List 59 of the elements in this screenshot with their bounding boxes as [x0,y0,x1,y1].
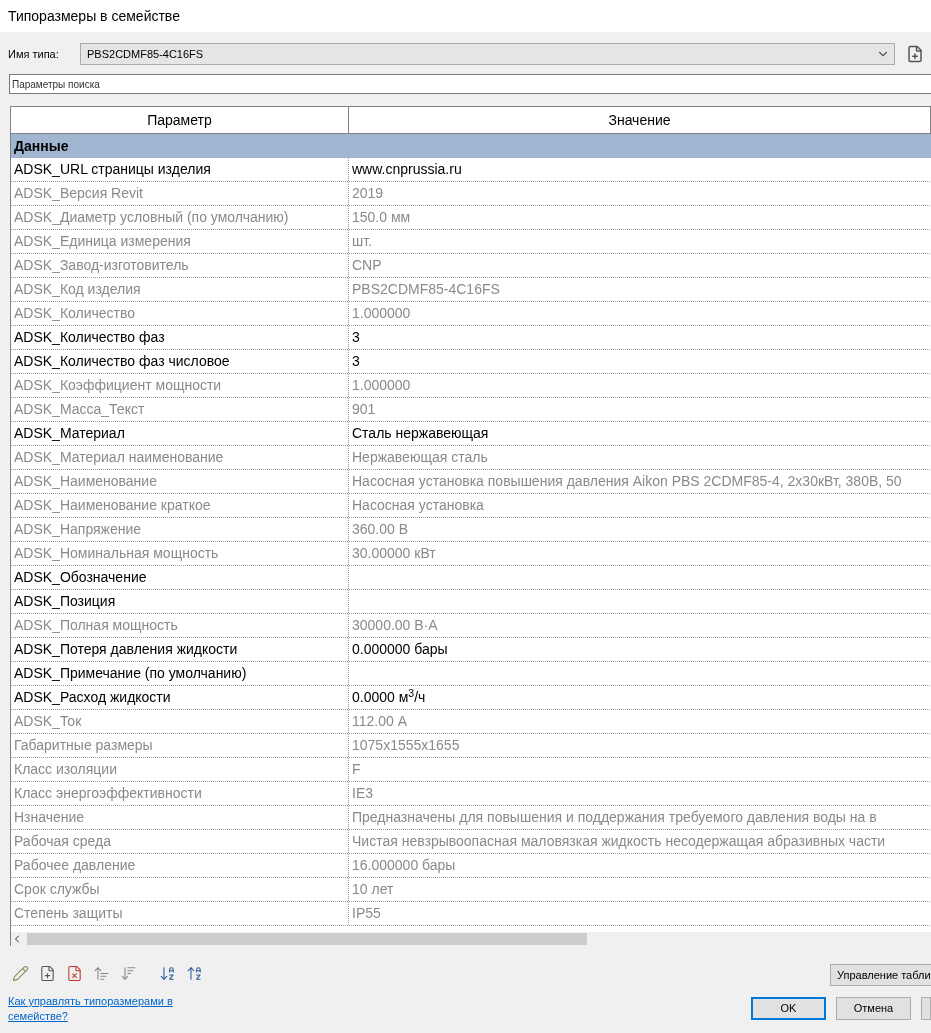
parameter-name: ADSK_Диаметр условный (по умолчанию) [11,206,349,229]
parameter-name: Срок службы [11,878,349,901]
parameter-name: ADSK_Количество фаз числовое [11,350,349,373]
new-document-icon[interactable] [39,964,56,982]
parameter-name: ADSK_Номинальная мощность [11,542,349,565]
cancel-button[interactable]: Отмена [836,997,911,1020]
parameter-name: ADSK_Коэффициент мощности [11,374,349,397]
parameter-value[interactable]: Сталь нержавеющая [349,422,489,445]
parameter-name: ADSK_Завод-изготовитель [11,254,349,277]
parameter-name: ADSK_Полная мощность [11,614,349,637]
parameter-name: Класс изоляции [11,758,349,781]
parameter-name: Класс энергоэффективности [11,782,349,805]
group-header[interactable]: Данные [11,134,931,158]
parameter-value[interactable]: www.cnprussia.ru [349,158,462,181]
parameter-value[interactable]: 0.000000 бары [349,638,448,661]
window-title: Типоразмеры в семействе [8,6,180,26]
parameter-value[interactable]: 0.0000 м$^{3}$/ч [349,686,426,709]
manage-lookup-button[interactable]: Управление табли [830,964,931,986]
parameter-name: Степень защиты [11,902,349,925]
parameter-name: ADSK_Версия Revit [11,182,349,205]
new-type-icon[interactable] [906,45,924,63]
parameter-name: ADSK_Наименование [11,470,349,493]
parameter-name: ADSK_Количество [11,302,349,325]
move-up-icon[interactable] [93,964,110,982]
column-header[interactable]: Значение [349,107,931,133]
parameter-name: ADSK_Обозначение [11,566,349,589]
parameter-name: ADSK_Ток [11,710,349,733]
column-header[interactable]: Параметр [11,107,349,133]
parameter-name: ADSK_Код изделия [11,278,349,301]
pencil-icon[interactable] [12,964,29,982]
parameter-name: Рабочая среда [11,830,349,853]
parameter-value[interactable]: 3 [349,350,360,373]
parameter-name: ADSK_Расход жидкости [11,686,349,709]
type-name-label: Имя типа: [8,46,60,62]
parameter-name: Нзначение [11,806,349,829]
move-down-icon[interactable] [120,964,137,982]
sort-ascending-icon[interactable] [159,964,176,982]
parameter-name: ADSK_Материал [11,422,349,445]
dialog-button[interactable] [921,997,931,1020]
delete-document-icon[interactable] [66,964,83,982]
horizontal-scrollbar-thumb[interactable] [27,933,587,945]
help-link[interactable]: Как управлять типоразмерами в семействе? [8,994,198,1024]
parameter-value[interactable]: 3 [349,326,360,349]
parameter-name: ADSK_Материал наименование [11,446,349,469]
search-field[interactable]: Параметры поиска [9,74,931,94]
parameter-name: Рабочее давление [11,854,349,877]
type-name-dropdown[interactable]: PBS2CDMF85-4C16FS [80,43,895,65]
sort-descending-icon[interactable] [186,964,203,982]
parameter-name: ADSK_URL страницы изделия [11,158,349,181]
parameter-name: ADSK_Количество фаз [11,326,349,349]
parameter-name: ADSK_Потеря давления жидкости [11,638,349,661]
parameter-name: ADSK_Примечание (по умолчанию) [11,662,349,685]
parameter-name: ADSK_Масса_Текст [11,398,349,421]
parameter-name: ADSK_Напряжение [11,518,349,541]
parameter-name: ADSK_Единица измерения [11,230,349,253]
parameter-name: ADSK_Наименование краткое [11,494,349,517]
ok-button[interactable]: OK [751,997,826,1020]
parameter-name: ADSK_Позиция [11,590,349,613]
parameter-name: Габаритные размеры [11,734,349,757]
